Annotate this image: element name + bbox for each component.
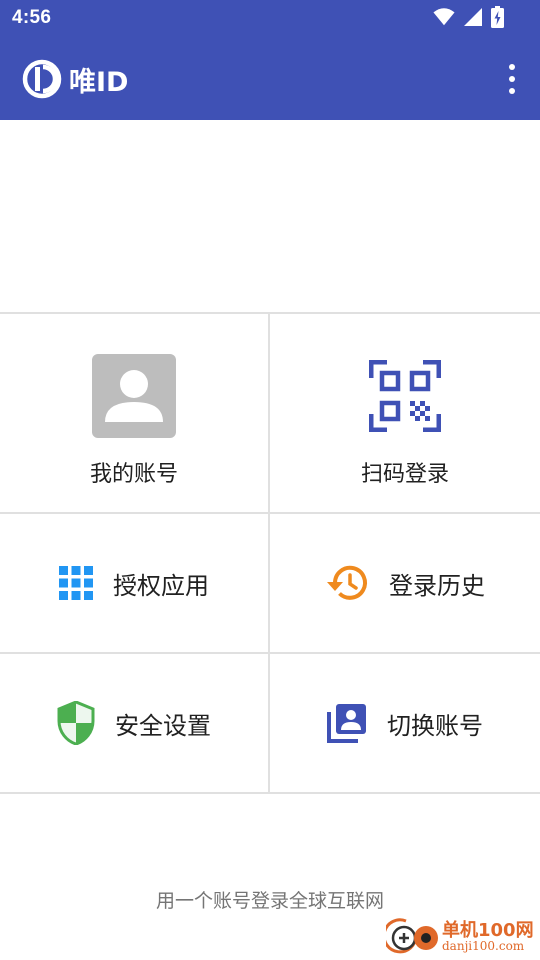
more-vert-icon[interactable] bbox=[506, 64, 518, 94]
switch-account-label: 切换账号 bbox=[387, 711, 483, 740]
status-bar: 4:56 bbox=[0, 0, 540, 37]
shield-icon bbox=[57, 701, 95, 745]
watermark: 单机100网 danji100.com bbox=[386, 914, 536, 958]
security-settings-label: 安全设置 bbox=[115, 711, 211, 740]
footer-tagline: 用一个账号登录全球互联网 bbox=[155, 890, 384, 912]
wifi-icon bbox=[433, 8, 455, 26]
apps-grid-icon bbox=[59, 566, 93, 600]
app-bar: 唯ID bbox=[0, 37, 540, 120]
status-icons bbox=[433, 6, 504, 28]
grid-row-2: 授权应用 登录历史 bbox=[0, 514, 540, 654]
danji100-logo-icon bbox=[386, 918, 438, 954]
history-icon bbox=[327, 565, 367, 600]
scan-login-button[interactable]: 扫码登录 bbox=[270, 314, 540, 512]
switch-account-icon bbox=[327, 704, 366, 743]
authorized-apps-label: 授权应用 bbox=[113, 571, 209, 600]
account-avatar-icon bbox=[92, 354, 176, 438]
security-settings-button[interactable]: 安全设置 bbox=[0, 654, 270, 792]
watermark-url: danji100.com bbox=[442, 939, 525, 953]
qr-code-icon bbox=[363, 354, 447, 438]
signal-icon bbox=[464, 8, 482, 26]
my-account-button[interactable]: 我的账号 bbox=[0, 314, 270, 512]
login-history-label: 登录历史 bbox=[389, 571, 485, 600]
my-account-label: 我的账号 bbox=[89, 462, 178, 487]
battery-charging-icon bbox=[491, 6, 504, 28]
grid-row-1: 我的账号 扫码登录 bbox=[0, 314, 540, 514]
status-time: 4:56 bbox=[12, 7, 52, 28]
scan-login-label: 扫码登录 bbox=[360, 462, 449, 487]
grid-row-3: 安全设置 切换账号 bbox=[0, 654, 540, 794]
weiid-logo-icon bbox=[22, 59, 62, 99]
authorized-apps-button[interactable]: 授权应用 bbox=[0, 514, 270, 652]
app-title: 唯ID bbox=[69, 67, 129, 98]
login-history-button[interactable]: 登录历史 bbox=[270, 514, 540, 652]
switch-account-button[interactable]: 切换账号 bbox=[270, 654, 540, 792]
function-grid: 我的账号 扫码登录 授权应用 登录历史 安全设置 切换账号 bbox=[0, 312, 540, 794]
